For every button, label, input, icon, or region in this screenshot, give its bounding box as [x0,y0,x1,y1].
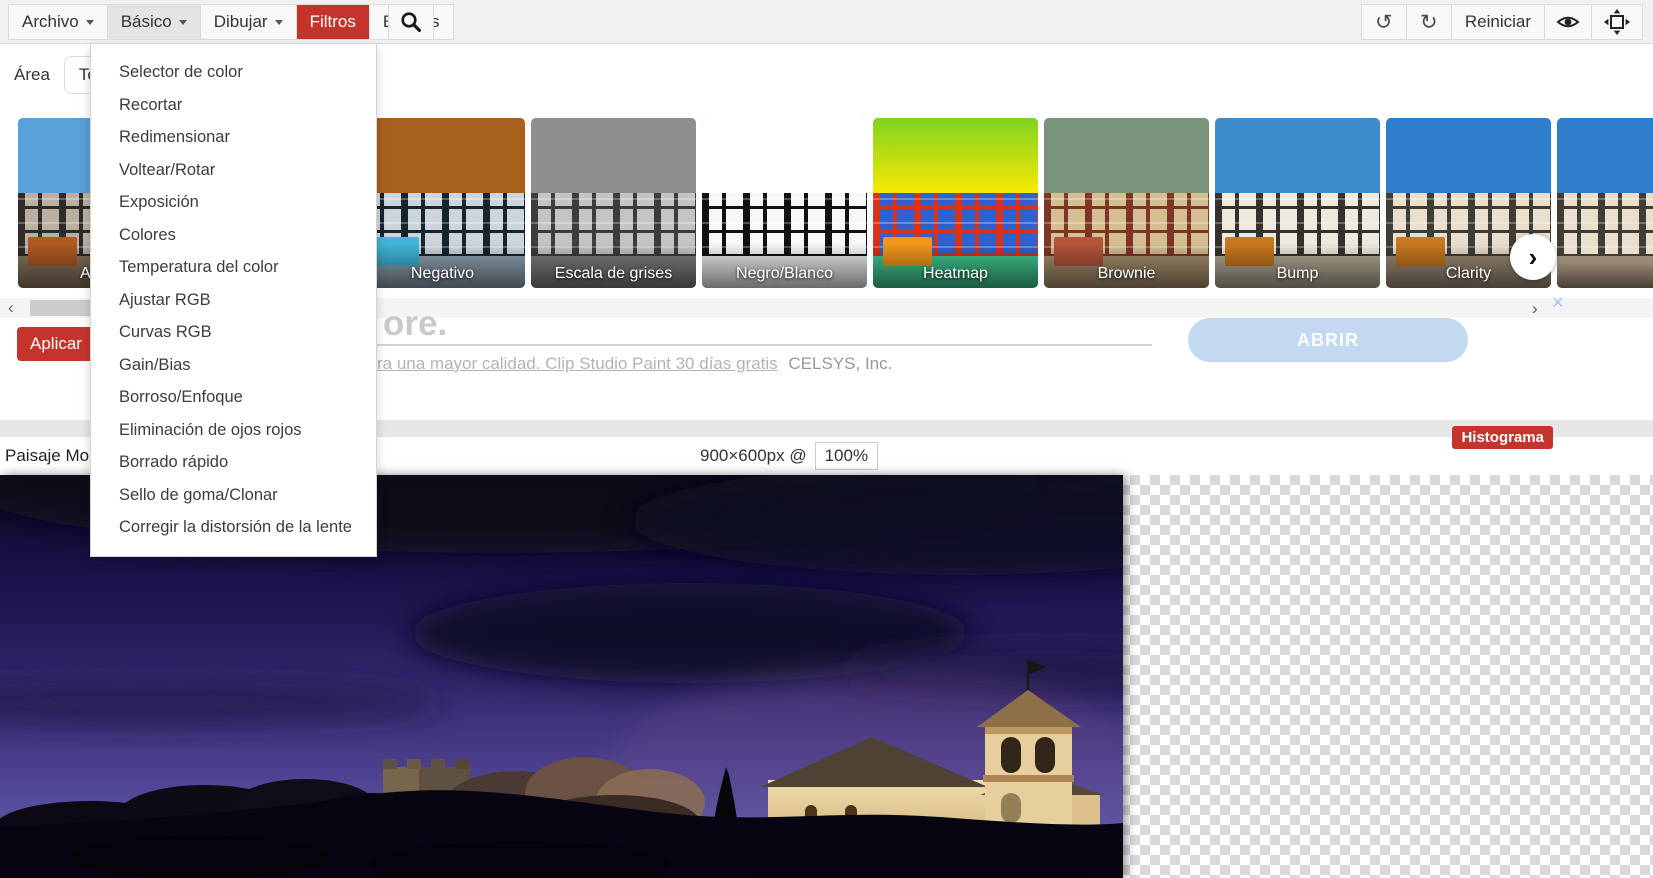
tile-building [1557,192,1653,258]
basic-menu-item[interactable]: Colores [91,219,376,252]
menu-basico-label: Básico [120,12,172,31]
zoom-level[interactable]: 100% [814,442,879,470]
main-menu-group: Archivo Básico Dibujar Filtros Efectos [8,4,454,40]
image-dimensions: 900×600px @ [700,446,807,465]
filter-tile[interactable]: Bump [1215,118,1380,288]
basic-menu-item[interactable]: Eliminación de ojos rojos [91,414,376,447]
ad-heading-fragment: ore. [383,304,448,343]
chevron-down-icon [274,19,283,29]
top-toolbar: Archivo Básico Dibujar Filtros Efectos [0,0,1653,44]
basic-menu-item[interactable]: Curvas RGB [91,316,376,349]
reset-button-label: Reiniciar [1464,12,1531,31]
basic-menu-item[interactable]: Voltear/Rotar [91,154,376,187]
basic-menu-item[interactable]: Redimensionar [91,121,376,154]
histogram-button[interactable]: Histograma [1452,426,1553,449]
filter-tile-label: Escala de grises [531,243,696,288]
undo-button[interactable]: ↺ [1362,5,1407,39]
filter-tile[interactable]: Negativo [360,118,525,288]
filter-tile-label: Brownie [1044,243,1209,288]
filter-tile-label: Heatmap [873,243,1038,288]
redo-icon: ↻ [1420,9,1438,34]
chevron-right-icon: › [1528,241,1538,272]
fit-screen-button[interactable] [1592,5,1642,39]
apply-button[interactable]: Aplicar [17,327,95,361]
menu-archivo-label: Archivo [22,12,79,31]
search-group [388,4,434,40]
preview-button[interactable] [1545,5,1592,39]
menu-filtros-label: Filtros [309,12,356,31]
scroll-right-icon[interactable]: › [1532,299,1538,319]
fit-screen-icon [1604,9,1630,35]
basic-menu-item[interactable]: Borrado rápido [91,446,376,479]
filter-tile[interactable]: Negro/Blanco [702,118,867,288]
tile-sky [1044,118,1209,197]
strip-next-button[interactable]: › [1510,234,1556,280]
search-icon [401,12,421,32]
eye-icon [1556,16,1580,28]
basic-menu-item[interactable]: Exposición [91,186,376,219]
basic-menu-item[interactable]: Ajustar RGB [91,284,376,317]
basic-menu-item[interactable]: Selector de color [91,56,376,89]
basic-menu-item[interactable]: Corregir la distorsión de la lente [91,511,376,544]
filter-tile-label: Negro/Blanco [702,243,867,288]
filter-tile[interactable] [1557,118,1653,288]
ad-close-icon[interactable]: × [1552,292,1564,315]
menu-dibujar[interactable]: Dibujar [201,5,297,39]
filter-tile[interactable]: Brownie [1044,118,1209,288]
tile-sky [360,118,525,197]
ad-text-line: ra una mayor calidad. Clip Studio Paint … [377,354,892,374]
basic-menu-item[interactable]: Sello de goma/Clonar [91,479,376,512]
filter-tile[interactable]: Heatmap [873,118,1038,288]
ad-heading-underline [377,344,1152,346]
tile-sky [702,118,867,197]
photo-editor-app: Archivo Básico Dibujar Filtros Efectos [0,0,1653,878]
tile-sky [1215,118,1380,197]
search-button[interactable] [389,5,433,39]
menu-archivo[interactable]: Archivo [9,5,108,39]
tile-sky [1386,118,1551,197]
filter-tile[interactable]: Escala de grises [531,118,696,288]
tile-sky [873,118,1038,197]
basic-menu-item[interactable]: Recortar [91,89,376,122]
filter-tile-label: Negativo [360,243,525,288]
filter-tile-label [1557,261,1653,288]
ad-link[interactable]: ra una mayor calidad. Clip Studio Paint … [377,354,778,373]
scroll-left-icon[interactable]: ‹ [8,298,14,318]
tile-sky [531,118,696,197]
redo-button[interactable]: ↻ [1407,5,1452,39]
image-size-group: 900×600px @ 100% [700,442,879,470]
basic-menu-item[interactable]: Borroso/Enfoque [91,381,376,414]
basico-dropdown-menu: Selector de color Recortar Redimensionar Vo… [90,44,377,557]
undo-icon: ↺ [1375,9,1393,34]
history-group: ↺ ↻ Reiniciar [1360,4,1643,40]
ad-open-button[interactable]: ABRIR [1188,318,1468,362]
ad-company: CELSYS, Inc. [788,354,893,373]
reset-button[interactable]: Reiniciar [1452,5,1545,39]
chevron-down-icon [178,19,187,29]
area-label: Área [14,65,50,84]
menu-filtros[interactable]: Filtros [296,5,370,39]
basic-menu-item[interactable]: Gain/Bias [91,349,376,382]
image-title: Paisaje Mon [5,446,99,465]
basic-menu-item[interactable]: Temperatura del color [91,251,376,284]
menu-dibujar-label: Dibujar [213,12,268,31]
tile-sky [1557,118,1653,197]
filter-tile-label: Bump [1215,243,1380,288]
chevron-down-icon [85,19,94,29]
menu-basico[interactable]: Básico [107,5,201,39]
